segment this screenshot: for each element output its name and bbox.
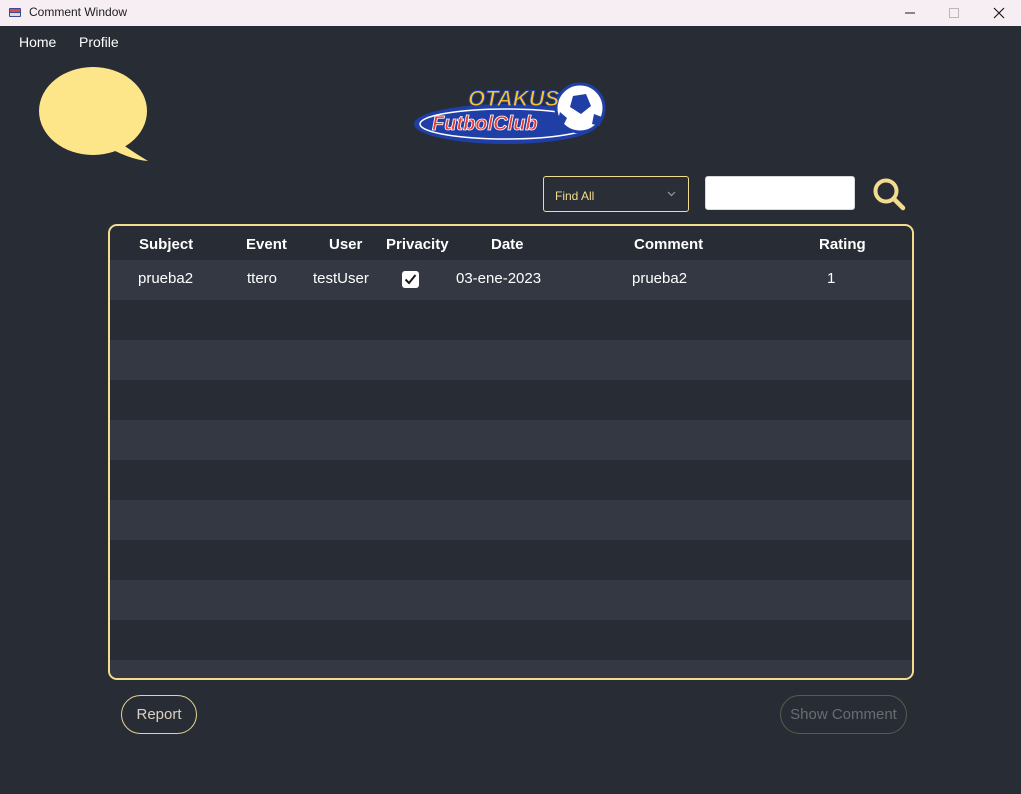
- close-button[interactable]: [976, 0, 1021, 26]
- report-button[interactable]: Report: [121, 695, 197, 734]
- app-icon: [9, 8, 21, 17]
- table-row: [110, 620, 912, 660]
- cell-subject: prueba2: [138, 270, 194, 287]
- table-row: [110, 500, 912, 540]
- table-row: [110, 340, 912, 380]
- table-header: Subject Event User Privacity Date Commen…: [110, 226, 912, 262]
- cell-event: ttero: [247, 270, 278, 287]
- cell-rating: 1: [827, 270, 836, 287]
- header-rating[interactable]: Rating: [819, 236, 866, 253]
- speech-bubble-icon: [39, 67, 148, 161]
- menu-home[interactable]: Home: [19, 34, 56, 50]
- table-row[interactable]: prueba2 ttero testUser 03-ene-2023 prueb…: [110, 260, 912, 300]
- filter-select[interactable]: Find All: [543, 176, 689, 212]
- club-logo: OTAKUS FutbolClub: [414, 82, 606, 144]
- filter-selected-label: Find All: [555, 189, 595, 203]
- logo-line1: OTAKUS: [468, 86, 560, 111]
- header-date[interactable]: Date: [491, 236, 524, 253]
- maximize-button[interactable]: [931, 0, 977, 26]
- table-row: [110, 660, 912, 678]
- search-icon[interactable]: [871, 176, 907, 212]
- header-subject[interactable]: Subject: [139, 236, 193, 253]
- minimize-icon: [905, 12, 915, 14]
- title-bar: Comment Window: [0, 0, 1021, 26]
- privacy-checkbox[interactable]: [402, 271, 419, 288]
- cell-user: testUser: [313, 270, 369, 287]
- window-title: Comment Window: [29, 5, 128, 19]
- minimize-button[interactable]: [887, 0, 933, 26]
- header-user[interactable]: User: [329, 236, 362, 253]
- header-event[interactable]: Event: [246, 236, 287, 253]
- logo-line2: FutbolClub: [432, 113, 538, 135]
- maximize-icon: [949, 8, 959, 18]
- menu-bar: Home Profile: [0, 26, 1021, 58]
- header-privacy[interactable]: Privacity: [386, 236, 449, 253]
- table-row: [110, 580, 912, 620]
- show-comment-button[interactable]: Show Comment: [780, 695, 907, 734]
- header-comment[interactable]: Comment: [634, 236, 703, 253]
- comments-table: Subject Event User Privacity Date Commen…: [108, 224, 914, 680]
- menu-profile[interactable]: Profile: [79, 34, 119, 50]
- cell-date: 03-ene-2023: [456, 270, 542, 287]
- table-row: [110, 420, 912, 460]
- check-icon: [404, 274, 417, 285]
- chevron-down-icon: [667, 191, 676, 197]
- table-row: [110, 540, 912, 580]
- cell-comment: prueba2: [632, 270, 688, 287]
- table-row: [110, 380, 912, 420]
- table-row: [110, 300, 912, 340]
- search-input[interactable]: [705, 176, 855, 210]
- table-row: [110, 460, 912, 500]
- close-icon: [993, 7, 1005, 19]
